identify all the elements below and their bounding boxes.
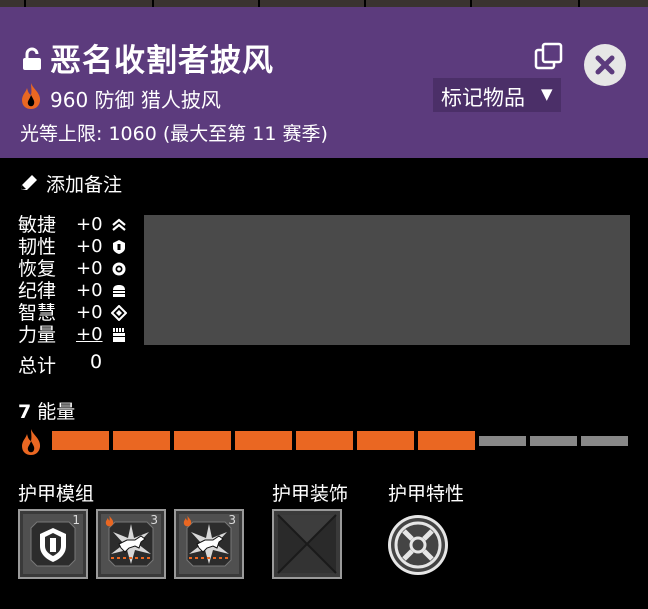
strength-icon xyxy=(113,328,125,342)
solar-energy-icon xyxy=(22,429,41,455)
armor-ornament-label: 护甲装饰 xyxy=(272,483,349,505)
stat-row-discipline: 纪律 +0 xyxy=(18,280,138,302)
stat-row-strength: 力量 +0 xyxy=(18,324,138,346)
energy-segment-filled xyxy=(235,431,292,450)
stat-name: 韧性 xyxy=(18,236,57,258)
energy-segment-empty xyxy=(479,436,526,446)
armor-mods-label: 护甲模组 xyxy=(18,483,95,505)
copy-icon[interactable] xyxy=(534,42,564,72)
stat-name: 纪律 xyxy=(18,280,57,302)
solar-energy-icon xyxy=(105,515,114,527)
energy-segment-empty xyxy=(530,436,577,446)
close-icon xyxy=(595,55,615,75)
pencil-icon xyxy=(21,175,37,190)
mod-slot-1[interactable]: 1 xyxy=(18,509,88,579)
top-strip xyxy=(0,0,648,7)
mobility-icon xyxy=(112,218,126,231)
stat-value: +0 xyxy=(76,280,103,301)
energy-segment-filled xyxy=(418,431,475,450)
mod-cost: 1 xyxy=(72,513,80,527)
power-cap-text: 光等上限: 1060 (最大至第 11 赛季) xyxy=(20,123,328,145)
mod-slot-3[interactable]: 3 xyxy=(174,509,244,579)
energy-segment-filled xyxy=(52,431,109,450)
discipline-icon xyxy=(113,285,125,297)
stat-value: +0 xyxy=(76,324,103,345)
stat-name: 力量 xyxy=(18,324,57,346)
lock-icon[interactable] xyxy=(21,47,43,71)
energy-label-text: 能量 xyxy=(37,401,76,423)
stat-name: 智慧 xyxy=(18,302,57,324)
stat-value: +0 xyxy=(76,258,103,279)
stat-total-label: 总计 xyxy=(18,355,57,377)
stat-value: +0 xyxy=(76,236,103,257)
stat-name: 敏捷 xyxy=(18,214,57,236)
stat-name: 恢复 xyxy=(18,258,57,280)
add-notes-label: 添加备注 xyxy=(46,174,123,196)
stat-row-mobility: 敏捷 +0 xyxy=(18,214,138,236)
power-line: 960 防御 猎人披风 xyxy=(50,84,221,113)
item-title: 恶名收割者披风 xyxy=(50,43,274,79)
armor-perk-icon[interactable] xyxy=(386,513,450,577)
energy-segment-filled xyxy=(296,431,353,450)
armor-perk-label: 护甲特性 xyxy=(388,483,465,505)
stat-total: 总计 0 xyxy=(18,351,118,377)
energy-segment-filled xyxy=(357,431,414,450)
recovery-icon xyxy=(112,262,126,276)
tag-item-dropdown[interactable]: 标记物品 ▼ xyxy=(433,78,561,112)
stat-value: +0 xyxy=(76,302,103,323)
power-value: 960 xyxy=(50,88,89,112)
intellect-icon xyxy=(111,305,127,321)
mod-cost: 3 xyxy=(150,513,158,527)
energy-segment-filled xyxy=(174,431,231,450)
stat-total-value: 0 xyxy=(90,351,103,373)
item-description: 防御 猎人披风 xyxy=(94,88,221,112)
stat-bar-area xyxy=(144,215,630,345)
default-ornament-icon xyxy=(277,514,337,574)
item-header: 恶名收割者披风 960 防御 猎人披风 标记物品 ▼ 光等上限: 1060 (最… xyxy=(0,7,648,158)
energy-label: 7 能量 xyxy=(18,397,75,424)
energy-segment-filled xyxy=(113,431,170,450)
close-button[interactable] xyxy=(584,44,626,86)
solar-energy-icon xyxy=(22,83,41,109)
stat-row-recovery: 恢复 +0 xyxy=(18,258,138,280)
stat-value: +0 xyxy=(76,214,103,235)
tag-item-label: 标记物品 xyxy=(441,86,525,110)
stat-row-intellect: 智慧 +0 xyxy=(18,302,138,324)
ornament-slot[interactable] xyxy=(272,509,342,579)
mod-cost: 3 xyxy=(228,513,236,527)
solar-energy-icon xyxy=(183,515,192,527)
chevron-down-icon: ▼ xyxy=(541,85,553,103)
energy-segment-empty xyxy=(581,436,628,446)
resilience-icon xyxy=(113,240,125,254)
mod-slot-2[interactable]: 3 xyxy=(96,509,166,579)
stat-row-resilience: 韧性 +0 xyxy=(18,236,138,258)
energy-capacity: 7 xyxy=(18,401,32,423)
